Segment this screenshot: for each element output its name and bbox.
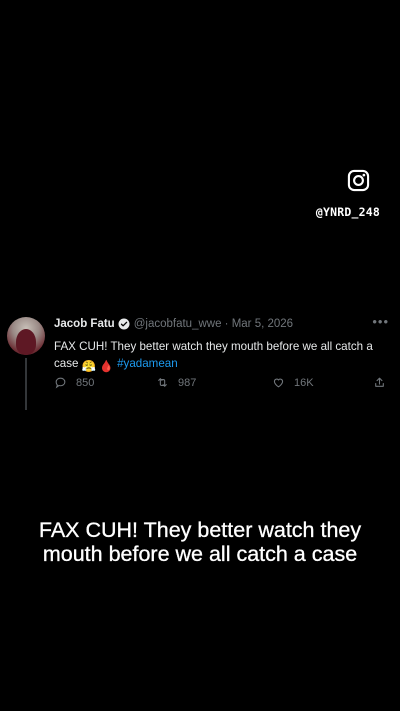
retweet-button[interactable]: 987 <box>156 376 196 389</box>
tweet-text: FAX CUH! They better watch they mouth be… <box>54 338 389 375</box>
watermark-handle: @YNRD_248 <box>315 205 380 219</box>
tweet-card[interactable]: Jacob Fatu @jacobfatu_wwe · Mar 5, 2026 … <box>7 314 393 410</box>
like-button[interactable]: 16K <box>272 376 314 389</box>
thread-line <box>25 358 27 410</box>
reply-button[interactable]: 850 <box>54 376 94 389</box>
reply-count: 850 <box>76 376 95 389</box>
avatar-silhouette <box>16 329 36 355</box>
emoji-face: 😤 <box>81 360 97 373</box>
share-icon <box>375 377 384 387</box>
author-name[interactable]: Jacob Fatu <box>54 318 115 330</box>
instagram-icon <box>347 169 370 192</box>
share-button[interactable] <box>373 376 395 389</box>
heart-icon <box>273 378 284 388</box>
hashtag-link[interactable]: #yadamean <box>117 357 178 370</box>
tweet-actions: 850 987 16K <box>54 376 389 392</box>
avatar[interactable] <box>7 317 45 355</box>
reply-icon <box>55 377 66 389</box>
retweet-count: 987 <box>178 376 197 389</box>
emoji-blood-drop: 🩸 <box>99 360 114 373</box>
tweet-header: Jacob Fatu @jacobfatu_wwe · Mar 5, 2026 <box>54 318 293 330</box>
author-handle-date[interactable]: @jacobfatu_wwe · Mar 5, 2026 <box>134 318 293 330</box>
more-options-icon[interactable]: ••• <box>372 314 389 329</box>
like-count: 16K <box>294 376 314 389</box>
retweet-icon <box>158 378 167 387</box>
verified-badge-icon <box>118 318 130 330</box>
video-caption: FAX CUH! They better watch they mouth be… <box>38 518 362 566</box>
